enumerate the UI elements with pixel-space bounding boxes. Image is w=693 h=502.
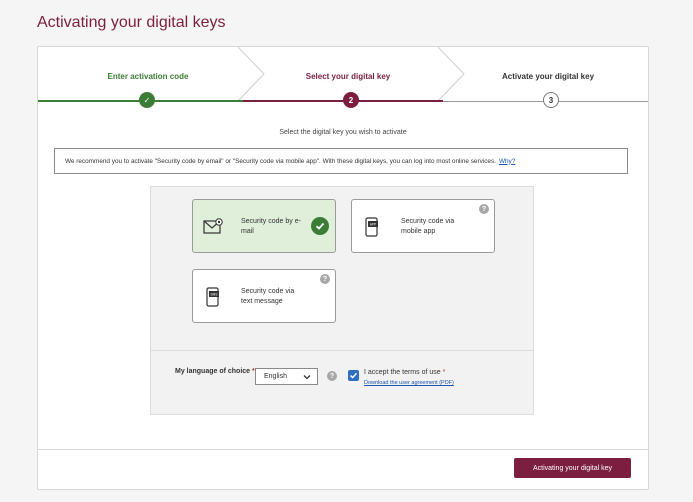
option-security-code-email[interactable]: Security code by e-mail xyxy=(192,199,336,253)
digital-key-options-panel: Security code by e-mail APP Security cod… xyxy=(150,186,534,415)
help-icon[interactable]: ? xyxy=(479,204,489,214)
svg-text:SMS: SMS xyxy=(211,293,218,297)
sms-phone-icon: SMS xyxy=(206,287,219,307)
terms-checkbox[interactable] xyxy=(348,370,359,381)
stepper: Enter activation code Select your digita… xyxy=(38,47,648,117)
mobile-app-icon: APP xyxy=(365,217,378,237)
recommendation-text: We recommend you to activate "Security c… xyxy=(65,157,496,165)
terms-label: I accept the terms of use * xyxy=(364,369,445,376)
step-label: Enter activation code xyxy=(107,72,189,81)
step-label: Activate your digital key xyxy=(501,72,595,81)
activate-digital-key-button[interactable]: Activating your digital key xyxy=(514,458,631,478)
selected-check-icon xyxy=(311,217,329,235)
option-label: Security code by e-mail xyxy=(241,218,301,235)
download-user-agreement-link[interactable]: Download the user agreement (PDF) xyxy=(364,380,454,386)
chevron-down-icon xyxy=(303,375,311,380)
help-icon[interactable]: ? xyxy=(320,274,330,284)
language-select[interactable]: English xyxy=(255,368,318,385)
recommendation-box: We recommend you to activate "Security c… xyxy=(54,148,628,174)
chevron-divider-icon xyxy=(237,47,265,101)
help-icon[interactable]: ? xyxy=(327,371,337,381)
page: Activating your digital keys Enter activ… xyxy=(0,0,693,502)
language-label-text: My language of choice xyxy=(175,368,251,375)
page-title: Activating your digital keys xyxy=(37,14,226,31)
option-security-code-text-message[interactable]: SMS Security code via text message ? xyxy=(192,269,336,323)
language-label: My language of choice * xyxy=(175,367,255,377)
footer-divider xyxy=(38,449,648,450)
option-security-code-mobile-app[interactable]: APP Security code via mobile app ? xyxy=(351,199,495,253)
step-complete-check-icon: ✓ xyxy=(139,92,155,108)
step-number-badge: 2 xyxy=(343,92,359,108)
why-link[interactable]: Why? xyxy=(499,158,515,165)
required-mark: * xyxy=(442,369,446,376)
divider xyxy=(151,350,533,351)
activation-card: Enter activation code Select your digita… xyxy=(37,46,649,490)
envelope-icon xyxy=(203,218,223,234)
instruction-text: Select the digital key you wish to activ… xyxy=(279,129,407,136)
step-number-badge: 3 xyxy=(543,92,559,108)
terms-label-text: I accept the terms of use xyxy=(364,369,441,376)
checkmark-icon xyxy=(349,372,358,379)
chevron-divider-icon xyxy=(437,47,465,101)
option-label: Security code via mobile app xyxy=(401,218,455,235)
language-select-value: English xyxy=(264,373,287,380)
option-label: Security code via text message xyxy=(241,288,295,305)
step-label: Select your digital key xyxy=(305,72,391,81)
svg-text:APP: APP xyxy=(370,223,376,227)
